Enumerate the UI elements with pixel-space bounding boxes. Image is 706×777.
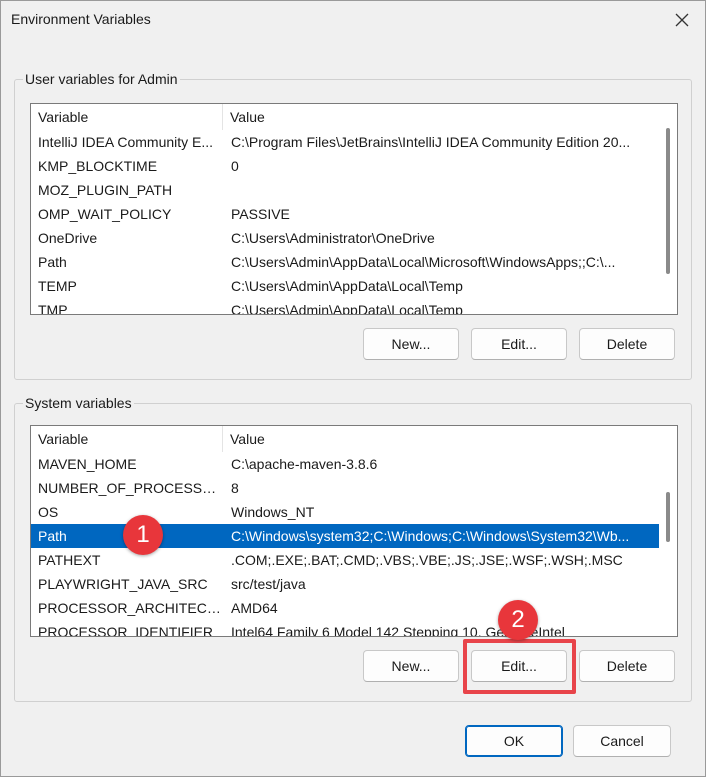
value-cell: C:\Users\Admin\AppData\Local\Temp bbox=[231, 302, 463, 315]
variable-cell: MAVEN_HOME bbox=[38, 456, 137, 472]
variable-cell: PROCESSOR_ARCHITECTU... bbox=[38, 600, 221, 616]
system-list-header: Variable Value bbox=[31, 426, 677, 452]
variable-cell: KMP_BLOCKTIME bbox=[38, 158, 158, 174]
value-cell: .COM;.EXE;.BAT;.CMD;.VBS;.VBE;.JS;.JSE;.… bbox=[231, 552, 623, 568]
value-cell: 0 bbox=[231, 158, 239, 174]
header-value[interactable]: Value bbox=[223, 104, 663, 130]
value-cell: src/test/java bbox=[231, 576, 306, 592]
user-delete-button[interactable]: Delete bbox=[579, 328, 675, 360]
value-cell: Windows_NT bbox=[231, 504, 315, 520]
header-variable[interactable]: Variable bbox=[31, 104, 223, 130]
value-cell: AMD64 bbox=[231, 600, 278, 616]
table-row[interactable]: TEMP C:\Users\Admin\AppData\Local\Temp bbox=[31, 274, 659, 298]
variable-cell: NUMBER_OF_PROCESSORS bbox=[38, 480, 221, 496]
table-row[interactable]: PROCESSOR_ARCHITECTU... AMD64 bbox=[31, 596, 659, 620]
table-row[interactable]: OS Windows_NT bbox=[31, 500, 659, 524]
user-variables-label: User variables for Admin bbox=[23, 71, 180, 87]
variable-cell: TMP bbox=[38, 302, 68, 315]
variable-cell: PROCESSOR_IDENTIFIER bbox=[38, 624, 214, 637]
table-row[interactable]: PROCESSOR_IDENTIFIER Intel64 Family 6 Mod… bbox=[31, 620, 659, 637]
table-row[interactable]: Path C:\Users\Admin\AppData\Local\Microso… bbox=[31, 250, 659, 274]
value-cell: C:\apache-maven-3.8.6 bbox=[231, 456, 378, 472]
close-icon bbox=[675, 13, 689, 27]
ok-button[interactable]: OK bbox=[465, 725, 563, 757]
value-cell: C:\Users\Admin\AppData\Local\Microsoft\W… bbox=[231, 254, 616, 270]
table-row[interactable]: NUMBER_OF_PROCESSORS 8 bbox=[31, 476, 659, 500]
value-cell: PASSIVE bbox=[231, 206, 290, 222]
header-value[interactable]: Value bbox=[223, 426, 663, 452]
user-new-button[interactable]: New... bbox=[363, 328, 459, 360]
step-marker-2: 2 bbox=[498, 600, 538, 640]
value-cell: C:\Windows\system32;C:\Windows;C:\Window… bbox=[231, 528, 630, 544]
table-row[interactable]: KMP_BLOCKTIME 0 bbox=[31, 154, 659, 178]
value-cell: Intel64 Family 6 Model 142 Stepping 10, … bbox=[231, 624, 565, 637]
value-cell: C:\Users\Administrator\OneDrive bbox=[231, 230, 435, 246]
variable-cell: OMP_WAIT_POLICY bbox=[38, 206, 172, 222]
table-row[interactable]: PATHEXT .COM;.EXE;.BAT;.CMD;.VBS;.VBE;.JS… bbox=[31, 548, 659, 572]
edit-button-highlight bbox=[463, 639, 576, 694]
table-row[interactable]: MOZ_PLUGIN_PATH bbox=[31, 178, 659, 202]
window-title: Environment Variables bbox=[11, 11, 151, 27]
environment-variables-dialog: Environment Variables User variables for… bbox=[0, 0, 706, 777]
variable-cell: IntelliJ IDEA Community E... bbox=[38, 134, 214, 150]
table-row[interactable]: PLAYWRIGHT_JAVA_SRC src/test/java bbox=[31, 572, 659, 596]
cancel-button[interactable]: Cancel bbox=[573, 725, 671, 757]
step-marker-1: 1 bbox=[123, 515, 163, 555]
table-row[interactable]: MAVEN_HOME C:\apache-maven-3.8.6 bbox=[31, 452, 659, 476]
title-bar: Environment Variables bbox=[1, 1, 705, 39]
user-list-header: Variable Value bbox=[31, 104, 677, 130]
user-scroll-thumb[interactable] bbox=[666, 128, 670, 274]
variable-cell: Path bbox=[38, 254, 67, 270]
user-edit-button[interactable]: Edit... bbox=[471, 328, 567, 360]
table-row[interactable]: TMP C:\Users\Admin\AppData\Local\Temp bbox=[31, 298, 659, 315]
variable-cell: PATHEXT bbox=[38, 552, 101, 568]
user-rows: IntelliJ IDEA Community E... C:\Program F… bbox=[31, 130, 659, 315]
table-row[interactable]: IntelliJ IDEA Community E... C:\Program F… bbox=[31, 130, 659, 154]
variable-cell: OneDrive bbox=[38, 230, 98, 246]
system-list-scrollbar[interactable] bbox=[659, 452, 677, 636]
header-variable[interactable]: Variable bbox=[31, 426, 223, 452]
system-variables-label: System variables bbox=[23, 395, 134, 411]
value-cell: C:\Users\Admin\AppData\Local\Temp bbox=[231, 278, 463, 294]
table-row[interactable]: OneDrive C:\Users\Administrator\OneDrive bbox=[31, 226, 659, 250]
close-button[interactable] bbox=[665, 5, 699, 35]
system-delete-button[interactable]: Delete bbox=[579, 650, 675, 682]
table-row[interactable]: OMP_WAIT_POLICY PASSIVE bbox=[31, 202, 659, 226]
value-cell: 8 bbox=[231, 480, 239, 496]
variable-cell: MOZ_PLUGIN_PATH bbox=[38, 182, 173, 198]
variable-cell: PLAYWRIGHT_JAVA_SRC bbox=[38, 576, 208, 592]
user-list-scrollbar[interactable] bbox=[659, 128, 677, 314]
variable-cell: TEMP bbox=[38, 278, 77, 294]
system-new-button[interactable]: New... bbox=[363, 650, 459, 682]
value-cell: C:\Program Files\JetBrains\IntelliJ IDEA… bbox=[231, 134, 631, 150]
system-scroll-thumb[interactable] bbox=[666, 492, 670, 542]
user-variables-list[interactable]: Variable Value IntelliJ IDEA Community E… bbox=[30, 103, 678, 315]
